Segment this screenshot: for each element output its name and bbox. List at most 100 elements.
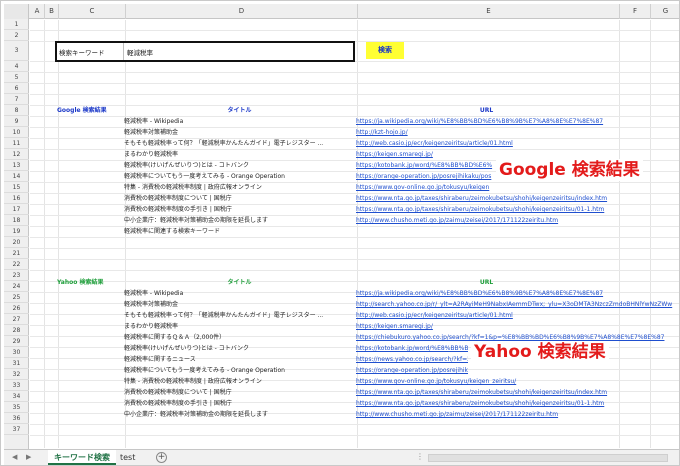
row-header[interactable]: 35 xyxy=(4,402,29,413)
google-result-title[interactable]: 消費税の軽減税率制度の手引き | 国税庁 xyxy=(124,204,354,215)
row-header[interactable]: 25 xyxy=(4,292,29,303)
google-result-url[interactable]: http://www.chusho.meti.go.jp/zaimu/zeise… xyxy=(356,215,617,226)
row-header[interactable]: 36 xyxy=(4,413,29,424)
row-header[interactable]: 4 xyxy=(4,61,29,72)
google-result-title[interactable]: 軽減税率対策補助金 xyxy=(124,127,354,138)
row-header[interactable]: 32 xyxy=(4,369,29,380)
yahoo-result-url[interactable]: https://www.nta.go.jp/taxes/shiraberu/ze… xyxy=(356,398,617,409)
yahoo-result-title[interactable]: 軽減税率に関するニュース xyxy=(124,354,354,365)
yahoo-result-url[interactable]: https://www.nta.go.jp/taxes/shiraberu/ze… xyxy=(356,387,617,398)
yahoo-result-url[interactable]: https://ja.wikipedia.org/wiki/%E8%BB%BD%… xyxy=(356,288,617,299)
yahoo-result-title[interactable]: 軽減税率(けいげんぜいりつ)とは - コトバンク xyxy=(124,343,354,354)
yahoo-result-title[interactable]: 軽減税率 - Wikipedia xyxy=(124,288,354,299)
google-result-title[interactable]: まるわかり軽減税率 xyxy=(124,149,354,160)
select-all-corner[interactable] xyxy=(4,4,29,19)
row-header[interactable]: 3 xyxy=(4,41,29,61)
row-header[interactable]: 11 xyxy=(4,138,29,149)
row-header[interactable]: 30 xyxy=(4,347,29,358)
row-header[interactable]: 8 xyxy=(4,105,29,116)
google-result-title[interactable]: 軽減税率についてもう一度考えてみる - Orange Operation xyxy=(124,171,354,182)
google-result-url[interactable]: https://ja.wikipedia.org/wiki/%E8%BB%BD%… xyxy=(356,116,617,127)
yahoo-result-title[interactable]: 特集 - 消費税の軽減税率制度 | 政府広報オンライン xyxy=(124,376,354,387)
row-header[interactable]: 15 xyxy=(4,182,29,193)
column-header-a[interactable]: A xyxy=(30,4,45,19)
row-header[interactable]: 2 xyxy=(4,30,29,41)
row-header[interactable]: 13 xyxy=(4,160,29,171)
tab-bar-more-icon[interactable]: ⋮ xyxy=(416,452,424,461)
plus-circle-icon[interactable]: + xyxy=(156,452,167,463)
sheet-tab-test[interactable]: test xyxy=(114,450,141,465)
yahoo-result-title[interactable]: そもそも軽減税率って何？「軽減税率かんたんガイド」電子レジスター ... xyxy=(124,310,354,321)
row-header[interactable]: 6 xyxy=(4,83,29,94)
row-header[interactable]: 14 xyxy=(4,171,29,182)
google-result-title[interactable]: そもそも軽減税率って何？「軽減税率かんたんガイド」電子レジスター ... xyxy=(124,138,354,149)
column-header-f[interactable]: F xyxy=(620,4,651,19)
row-header[interactable]: 29 xyxy=(4,336,29,347)
yahoo-result-url[interactable]: https://news.yahoo.co.jp/search/?kf=2&ei xyxy=(356,354,468,365)
yahoo-result-url[interactable]: http://web.casio.jp/ecr/keigenzeiritsu/a… xyxy=(356,310,617,321)
row-header[interactable]: 31 xyxy=(4,358,29,369)
row-header[interactable]: 33 xyxy=(4,380,29,391)
yahoo-result-url[interactable]: https://kotobank.jp/word/%E8%BB%BD xyxy=(356,343,468,354)
google-result-url[interactable]: http://web.casio.jp/ecr/keigenzeiritsu/a… xyxy=(356,138,617,149)
google-result-title[interactable]: 軽減税率に関連する検索キーワード xyxy=(124,226,354,237)
row-header[interactable]: 12 xyxy=(4,149,29,160)
row-header[interactable]: 21 xyxy=(4,248,29,259)
google-result-title[interactable]: 軽減税率(けいげんぜいりつ)とは - コトバンク xyxy=(124,160,354,171)
google-result-title[interactable]: 中小企業庁：軽減税率対策補助金の期限を延長します xyxy=(124,215,354,226)
triangle-right-icon[interactable]: ▶ xyxy=(26,453,31,461)
yahoo-result-title[interactable]: 中小企業庁：軽減税率対策補助金の期限を延長します xyxy=(124,409,354,420)
google-result-url[interactable]: https://www.nta.go.jp/taxes/shiraberu/ze… xyxy=(356,193,617,204)
google-result-url[interactable]: https://orange-operation.jp/posrejihikak… xyxy=(356,171,494,182)
google-result-title[interactable]: 軽減税率 - Wikipedia xyxy=(124,116,354,127)
yahoo-result-url[interactable]: https://keigen.smaregi.jp/ xyxy=(356,321,617,332)
search-keyword-box[interactable]: 検索キーワード 軽減税率 xyxy=(55,41,355,62)
yahoo-result-url[interactable]: http://www.chusho.meti.go.jp/zaimu/zeise… xyxy=(356,409,617,420)
row-header[interactable]: 22 xyxy=(4,259,29,270)
row-header[interactable]: 27 xyxy=(4,314,29,325)
yahoo-result-title[interactable]: 軽減税率についてもう一度考えてみる - Orange Operation xyxy=(124,365,354,376)
yahoo-result-title[interactable]: 消費税の軽減税率制度の手引き | 国税庁 xyxy=(124,398,354,409)
row-header[interactable]: 1 xyxy=(4,19,29,30)
google-result-url[interactable]: https://kotobank.jp/word/%E8%BB%BD%E6% xyxy=(356,160,494,171)
row-header[interactable]: 16 xyxy=(4,193,29,204)
row-header[interactable]: 5 xyxy=(4,72,29,83)
yahoo-result-title[interactable]: 軽減税率に関するＱ＆Ａ（2,000件） xyxy=(124,332,354,343)
yahoo-result-title[interactable]: 消費税の軽減税率制度について | 国税庁 xyxy=(124,387,354,398)
search-button[interactable]: 検索 xyxy=(366,42,404,59)
google-result-url[interactable]: http://kzt-hojo.jp/ xyxy=(356,127,617,138)
column-header-c[interactable]: C xyxy=(59,4,126,19)
horizontal-scrollbar[interactable] xyxy=(428,454,668,462)
google-result-url[interactable]: https://www.nta.go.jp/taxes/shiraberu/ze… xyxy=(356,204,617,215)
row-header[interactable]: 10 xyxy=(4,127,29,138)
row-header[interactable]: 9 xyxy=(4,116,29,127)
row-header[interactable]: 34 xyxy=(4,391,29,402)
row-header[interactable]: 24 xyxy=(4,281,29,292)
column-header-d[interactable]: D xyxy=(126,4,358,19)
column-header-b[interactable]: B xyxy=(45,4,59,19)
column-header-e[interactable]: E xyxy=(358,4,620,19)
row-header[interactable]: 20 xyxy=(4,237,29,248)
yahoo-result-url[interactable]: http://search.yahoo.co.jp/r/_ylt=A2RAyiM… xyxy=(356,299,678,310)
google-result-url[interactable] xyxy=(356,226,617,237)
row-header[interactable]: 28 xyxy=(4,325,29,336)
google-result-url[interactable]: https://www.gov-online.go.jp/tokusyu/kei… xyxy=(356,182,494,193)
row-header[interactable]: 37 xyxy=(4,424,29,435)
yahoo-result-title[interactable]: まるわかり軽減税率 xyxy=(124,321,354,332)
row-header[interactable]: 23 xyxy=(4,270,29,281)
row-header[interactable]: 17 xyxy=(4,204,29,215)
row-header[interactable]: 26 xyxy=(4,303,29,314)
yahoo-result-url[interactable]: https://orange-operation.jp/posrejihikak… xyxy=(356,365,468,376)
sheet-tab-keyword-search[interactable]: キーワード検索 xyxy=(48,450,116,465)
google-result-title[interactable]: 特集 - 消費税の軽減税率制度 | 政府広報オンライン xyxy=(124,182,354,193)
row-header[interactable]: 19 xyxy=(4,226,29,237)
row-header[interactable]: 7 xyxy=(4,94,29,105)
triangle-left-icon[interactable]: ◀ xyxy=(12,453,17,461)
yahoo-result-title[interactable]: 軽減税率対策補助金 xyxy=(124,299,354,310)
spreadsheet-window: A B C D E F G 1 2 3 4 5 6 7 8 9 10 11 12… xyxy=(0,0,680,466)
search-keyword-input[interactable]: 軽減税率 xyxy=(127,47,153,57)
google-result-title[interactable]: 消費税の軽減税率制度について | 国税庁 xyxy=(124,193,354,204)
column-header-g[interactable]: G xyxy=(651,4,679,19)
row-header[interactable]: 18 xyxy=(4,215,29,226)
yahoo-result-url[interactable]: https://www.gov-online.go.jp/tokusyu/kei… xyxy=(356,376,617,387)
